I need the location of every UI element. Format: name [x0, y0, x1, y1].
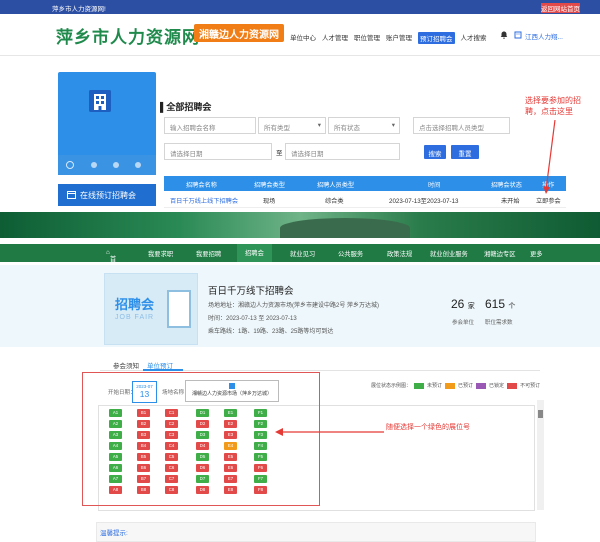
back-home-link[interactable]: 返回网站首页: [541, 3, 580, 13]
bell-icon[interactable]: [500, 31, 508, 39]
booth-status-legend: 展位状态示例图： 未预订 已预订 已锁定 不可预订: [371, 382, 541, 389]
page-title: ▌全部招聘会: [160, 102, 212, 112]
gnav-border-zone[interactable]: 湘赣边专区: [484, 249, 515, 258]
table-row: 百日千万线上线下招聘会 现场 综合类 2023-07-13至2023-07-13…: [164, 192, 566, 208]
stat-jobs-label: 职位需求数: [485, 320, 513, 326]
site-header: 萍乡市人力资源网 湘赣边人力资源网 单位中心 人才管理 职位管理 账户管理 预订…: [0, 14, 600, 56]
building-icon: [89, 90, 111, 112]
table-header: 招聘会名称 招聘会类型 招聘人员类型 时间 招聘会状态 操作: [164, 176, 566, 191]
tips-panel: [96, 522, 536, 542]
top-strip: 萍乡市人力资源网! 返回网站首页: [0, 0, 600, 14]
gnav-internship[interactable]: 就业见习: [290, 249, 315, 258]
tab-active-indicator: [143, 369, 183, 371]
callout-arrow-icon: [543, 120, 556, 194]
gnav-home[interactable]: ⌂ 首页: [106, 249, 116, 272]
user-name-link[interactable]: 江西人力翔...: [525, 31, 563, 41]
end-date-input[interactable]: 请选择日期: [285, 143, 400, 160]
nav-item-unit-center[interactable]: 单位中心: [290, 32, 316, 44]
callout-select-fair: 选择要参加的招聘，点击这里: [525, 96, 581, 116]
to-label: 至: [276, 150, 283, 157]
sidebar-item-book-fair[interactable]: 在线预订招聘会: [58, 184, 156, 206]
fair-title: 百日千万线下招聘会: [208, 286, 294, 297]
tab-notice[interactable]: 参会须知: [113, 360, 139, 370]
join-fair-link[interactable]: 立即参会: [536, 196, 561, 205]
start-date-input[interactable]: 请选择日期: [164, 143, 272, 160]
gnav-policy[interactable]: 政策法规: [387, 249, 412, 258]
fair-venue: 场地地址：湘赣边人力资源市场(萍乡市建设中路2号 萍乡万达城): [208, 303, 380, 309]
mountain-banner: [0, 212, 600, 238]
fair-type-select[interactable]: 所有类型: [258, 117, 326, 134]
nav-item-talent-mgmt[interactable]: 人才管理: [322, 32, 348, 44]
col-header-type: 招聘会类型: [254, 182, 285, 189]
nav-item-book-fair[interactable]: 预订招聘会: [418, 32, 455, 44]
col-header-people-type: 招聘人员类型: [317, 182, 355, 189]
fair-image-subtitle: JOB FAIR: [115, 314, 155, 321]
quick-icons: [66, 161, 141, 169]
col-header-name: 招聘会名称: [186, 182, 217, 189]
fair-route: 乘车路线：1路、19路、23路、25路等均可到达: [208, 329, 334, 335]
job-fair-image: 招聘会 JOB FAIR: [104, 273, 198, 345]
stat-units-label: 参会单位: [452, 320, 475, 326]
gnav-job-fair[interactable]: 招聘会: [237, 244, 272, 262]
company-icon: [514, 31, 522, 39]
site-nav-bar: ⌂ 首页 我要求职 我要招聘 招聘会 就业见习 公共服务 政策法规 就业创业服务…: [0, 244, 600, 272]
callout-select-booth: 随便选择一个绿色的展位号: [386, 424, 470, 431]
stat-units: 26 家: [451, 297, 475, 311]
nav-item-talent-search[interactable]: 人才搜索: [461, 32, 487, 44]
col-header-status: 招聘会状态: [491, 182, 522, 189]
time-cell: 2023-07-13至2023-07-13: [389, 198, 459, 205]
fair-time: 时间：2023-07-13 至 2023-07-13: [208, 316, 297, 322]
callout-arrow-icon: [275, 428, 384, 436]
quick-icons-row: [58, 155, 156, 175]
people-type-input[interactable]: 点击选择招聘人员类型: [413, 117, 510, 134]
fair-image-title: 招聘会: [115, 297, 155, 312]
people-type-cell: 综合类: [325, 198, 344, 205]
fair-name-input[interactable]: 输入招聘会名称: [164, 117, 256, 134]
calendar-icon: [67, 191, 76, 199]
stat-jobs: 615 个: [485, 297, 516, 311]
partner-logo-badge[interactable]: 湘赣边人力资源网: [194, 24, 284, 42]
fair-name-link[interactable]: 百日千万线上线下招聘会: [170, 196, 238, 205]
main-nav: 单位中心 人才管理 职位管理 账户管理 预订招聘会 人才搜索: [290, 32, 487, 44]
gnav-more[interactable]: 更多: [530, 249, 543, 258]
booth-map-scrollbar[interactable]: [537, 400, 544, 510]
gnav-employment-service[interactable]: 就业创业服务: [430, 249, 468, 258]
sidebar-item-label: 在线预订招聘会: [80, 191, 136, 200]
nav-item-account-mgmt[interactable]: 账户管理: [386, 32, 412, 44]
gnav-job-seek[interactable]: 我要求职: [148, 249, 173, 258]
welcome-text: 萍乡市人力资源网!: [52, 6, 106, 13]
fair-type-cell: 现场: [263, 198, 276, 205]
warm-tip-label: 温馨提示:: [100, 530, 128, 537]
gnav-recruit[interactable]: 我要招聘: [196, 249, 221, 258]
gnav-public-service[interactable]: 公共服务: [338, 249, 363, 258]
status-cell: 未开始: [501, 198, 520, 205]
nav-item-job-mgmt[interactable]: 职位管理: [354, 32, 380, 44]
reset-button[interactable]: 重置: [451, 145, 479, 159]
col-header-time: 时间: [428, 182, 441, 189]
search-button[interactable]: 搜索: [424, 145, 446, 159]
site-logo[interactable]: 萍乡市人力资源网: [56, 23, 200, 48]
fair-status-select[interactable]: 所有状态: [328, 117, 400, 134]
highlight-frame: [82, 372, 320, 506]
